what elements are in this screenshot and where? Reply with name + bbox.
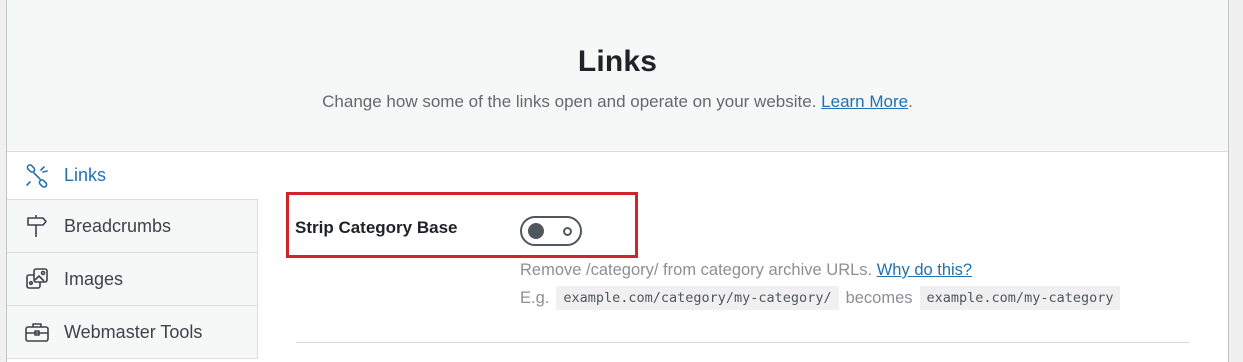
example-prefix: E.g. bbox=[520, 288, 550, 307]
toggle-knob bbox=[528, 223, 544, 239]
settings-content: Strip Category Base Remove /category/ fr… bbox=[258, 152, 1228, 362]
example-from-code: example.com/category/my-category/ bbox=[556, 286, 839, 310]
strip-category-base-toggle[interactable] bbox=[520, 216, 582, 246]
example-to-code: example.com/my-category bbox=[919, 286, 1121, 310]
example-middle: becomes bbox=[845, 288, 913, 307]
sidebar-item-label: Images bbox=[64, 268, 124, 289]
settings-sidebar: Links Breadcrumbs Images Webmaster Tools bbox=[7, 152, 258, 359]
setting-label: Strip Category Base bbox=[295, 218, 458, 237]
why-do-this-link[interactable]: Why do this? bbox=[877, 261, 972, 279]
setting-example: E.g. example.com/category/my-category/ b… bbox=[520, 286, 1127, 310]
subtitle-text: Change how some of the links open and op… bbox=[322, 92, 817, 111]
subtitle-period: . bbox=[908, 92, 913, 111]
signpost-icon bbox=[24, 213, 50, 239]
images-icon bbox=[24, 266, 50, 292]
sidebar-item-label: Webmaster Tools bbox=[64, 321, 203, 342]
learn-more-link[interactable]: Learn More bbox=[821, 92, 908, 111]
sidebar-item-label: Breadcrumbs bbox=[64, 215, 172, 236]
toolbox-icon bbox=[24, 319, 50, 345]
sidebar-item-links[interactable]: Links bbox=[7, 152, 258, 200]
settings-panel: Links Change how some of the links open … bbox=[6, 0, 1229, 362]
sidebar-item-breadcrumbs[interactable]: Breadcrumbs bbox=[7, 200, 258, 253]
sidebar-item-images[interactable]: Images bbox=[7, 253, 258, 306]
page-subtitle: Change how some of the links open and op… bbox=[7, 92, 1228, 112]
divider bbox=[296, 342, 1190, 343]
page-header: Links Change how some of the links open … bbox=[7, 0, 1228, 152]
sidebar-item-webmaster-tools[interactable]: Webmaster Tools bbox=[7, 306, 258, 359]
description-text: Remove /category/ from category archive … bbox=[520, 261, 873, 279]
page-title: Links bbox=[577, 45, 658, 78]
links-icon bbox=[24, 163, 50, 189]
setting-description: Remove /category/ from category archive … bbox=[520, 261, 972, 280]
sidebar-item-label: Links bbox=[64, 165, 107, 185]
toggle-off-indicator bbox=[563, 227, 572, 236]
